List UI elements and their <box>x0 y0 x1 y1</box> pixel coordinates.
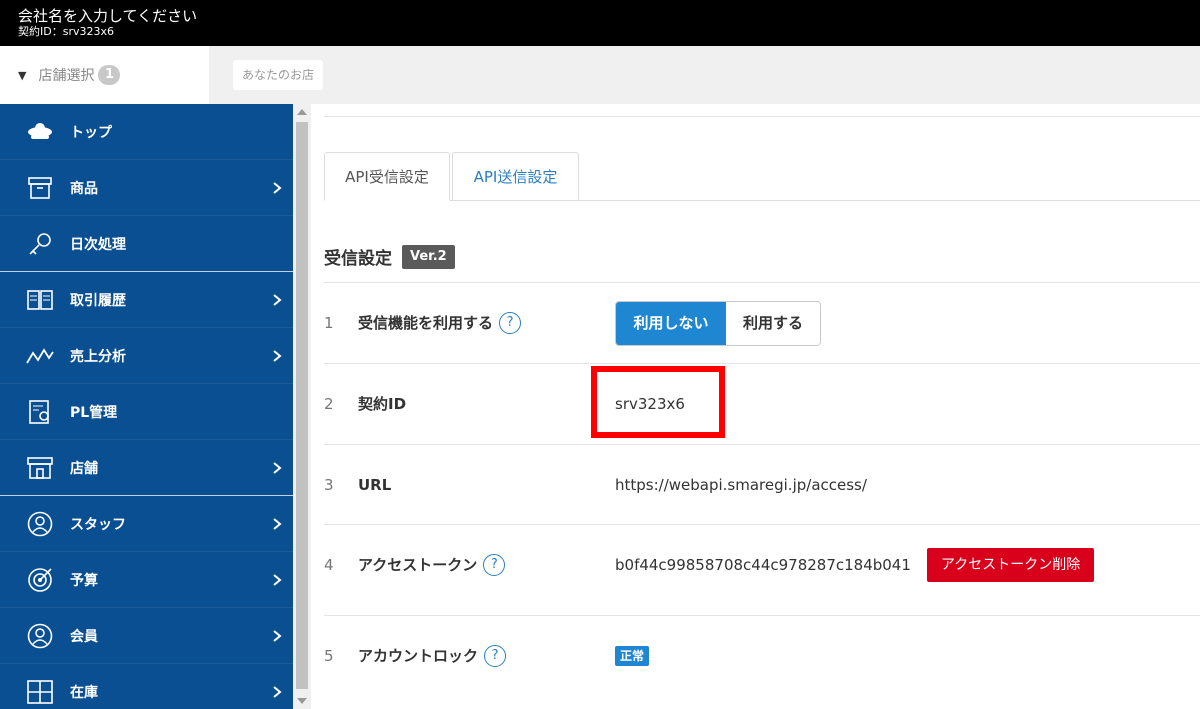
company-name: 会社名を入力してください <box>18 7 198 25</box>
target-icon <box>20 567 60 593</box>
main-content: API受信設定 API送信設定 受信設定 Ver.2 1 受信機能を利用する ?… <box>311 104 1200 709</box>
row-number: 4 <box>324 556 334 574</box>
sidebar-item-label: 在庫 <box>70 684 98 701</box>
help-icon[interactable]: ? <box>499 312 522 334</box>
row-label-text: 受信機能を利用する <box>358 314 494 332</box>
sidebar-item-label: PL管理 <box>70 404 118 421</box>
caret-down-icon: ▼ <box>18 68 27 82</box>
scroll-down-arrow-icon[interactable] <box>297 698 307 704</box>
sidebar-item-sales-analysis[interactable]: 売上分析 <box>0 328 293 384</box>
store-select-toggle[interactable]: ▼ 店舗選択 1 <box>0 46 209 104</box>
chevron-right-icon <box>273 518 282 530</box>
sidebar: トップ 商品 日次処理 取引履歴 売上分析 PL管理 店舗 スタッフ 予算 会員… <box>0 104 293 709</box>
sidebar-item-label: 日次処理 <box>70 236 126 253</box>
toggle-enable-button[interactable]: 利用する <box>726 301 820 345</box>
row-label-text: アクセストークン <box>358 556 478 574</box>
chevron-right-icon <box>273 462 282 474</box>
sidebar-item-label: 店舗 <box>70 460 98 477</box>
sidebar-item-label: 商品 <box>70 180 98 197</box>
contract-id-label: 契約ID：srv323x6 <box>18 25 114 38</box>
status-badge: 正常 <box>615 646 650 666</box>
chevron-right-icon <box>273 630 282 642</box>
sidebar-item-label: 売上分析 <box>70 348 126 365</box>
sidebar-item-staff[interactable]: スタッフ <box>0 496 293 552</box>
row-number: 3 <box>324 476 334 494</box>
sidebar-scrollbar[interactable] <box>293 104 311 709</box>
help-icon[interactable]: ? <box>484 645 507 667</box>
sidebar-item-budget[interactable]: 予算 <box>0 552 293 608</box>
chevron-right-icon <box>273 350 282 362</box>
help-icon[interactable]: ? <box>483 554 506 576</box>
scroll-thumb[interactable] <box>296 122 308 689</box>
settings-row-url: 3 URL https://webapi.smaregi.jp/access/ <box>324 444 1200 524</box>
sidebar-item-daily[interactable]: 日次処理 <box>0 216 293 272</box>
book-icon <box>20 289 60 311</box>
sidebar-item-stores[interactable]: 店舗 <box>0 440 293 496</box>
access-token-value: b0f44c99858708c44c978287c184b041 <box>615 556 911 574</box>
row-label: アクセストークン ? <box>358 525 506 605</box>
grid-icon <box>20 679 60 704</box>
row-label: 契約ID <box>358 395 407 413</box>
row-label: アカウントロック ? <box>358 616 507 696</box>
row-label: URL <box>358 476 392 494</box>
section-title-text: 受信設定 <box>324 249 392 269</box>
row-label-text: アカウントロック <box>358 647 479 665</box>
url-value: https://webapi.smaregi.jp/access/ <box>615 476 867 494</box>
section-title: 受信設定 Ver.2 <box>324 244 455 269</box>
scroll-up-arrow-icon[interactable] <box>297 109 307 115</box>
store-chip[interactable]: あなたのお店 <box>233 60 324 90</box>
settings-row-contract-id: 2 契約ID srv323x6 <box>324 363 1200 443</box>
chevron-right-icon <box>273 294 282 306</box>
store-count-badge: 1 <box>98 65 121 85</box>
row-value: 正常 <box>615 616 650 696</box>
settings-row-access-token: 4 アクセストークン ? b0f44c99858708c44c978287c18… <box>324 524 1200 604</box>
top-header: 会社名を入力してください 契約ID：srv323x6 <box>0 0 1200 46</box>
highlight-box <box>591 366 725 438</box>
key-icon <box>20 232 60 256</box>
settings-row-account-lock: 5 アカウントロック ? 正常 <box>324 615 1200 695</box>
sidebar-item-products[interactable]: 商品 <box>0 160 293 216</box>
cloud-icon <box>20 122 60 142</box>
row-value: 利用しない 利用する <box>615 283 821 363</box>
divider <box>324 116 1200 117</box>
sidebar-item-transactions[interactable]: 取引履歴 <box>0 272 293 328</box>
sidebar-item-inventory[interactable]: 在庫 <box>0 664 293 709</box>
sidebar-item-top[interactable]: トップ <box>0 104 293 160</box>
receive-toggle: 利用しない 利用する <box>615 300 821 346</box>
line-graph-icon <box>20 347 60 365</box>
settings-tabs: API受信設定 API送信設定 <box>324 152 1200 201</box>
chevron-right-icon <box>273 686 282 698</box>
toggle-disable-button[interactable]: 利用しない <box>616 301 726 345</box>
delete-access-token-button[interactable]: アクセストークン削除 <box>926 548 1095 582</box>
chevron-right-icon <box>273 574 282 586</box>
person-circle-icon <box>20 511 60 537</box>
row-label: 受信機能を利用する ? <box>358 283 522 363</box>
box-icon <box>20 176 60 199</box>
row-value: b0f44c99858708c44c978287c184b041 アクセストーク… <box>615 525 1095 605</box>
sidebar-item-label: 予算 <box>70 572 98 589</box>
sidebar-item-label: トップ <box>70 124 112 141</box>
version-badge: Ver.2 <box>402 244 455 269</box>
tab-api-receive[interactable]: API受信設定 <box>324 152 450 201</box>
member-icon <box>20 623 60 649</box>
report-icon <box>20 399 60 424</box>
settings-row-receive: 1 受信機能を利用する ? 利用しない 利用する <box>324 282 1200 362</box>
store-select-label: 店舗選択 <box>38 68 95 84</box>
row-number: 1 <box>324 314 334 332</box>
storefront-icon <box>20 456 60 479</box>
sidebar-item-members[interactable]: 会員 <box>0 608 293 664</box>
sidebar-item-pl[interactable]: PL管理 <box>0 384 293 440</box>
tab-api-send[interactable]: API送信設定 <box>452 152 579 201</box>
row-number: 2 <box>324 395 334 413</box>
store-bar: ▼ 店舗選択 1 あなたのお店 <box>0 46 1200 104</box>
row-number: 5 <box>324 647 334 665</box>
chevron-right-icon <box>273 182 282 194</box>
sidebar-item-label: 会員 <box>70 628 98 645</box>
sidebar-item-label: スタッフ <box>70 516 126 533</box>
sidebar-item-label: 取引履歴 <box>70 292 126 309</box>
